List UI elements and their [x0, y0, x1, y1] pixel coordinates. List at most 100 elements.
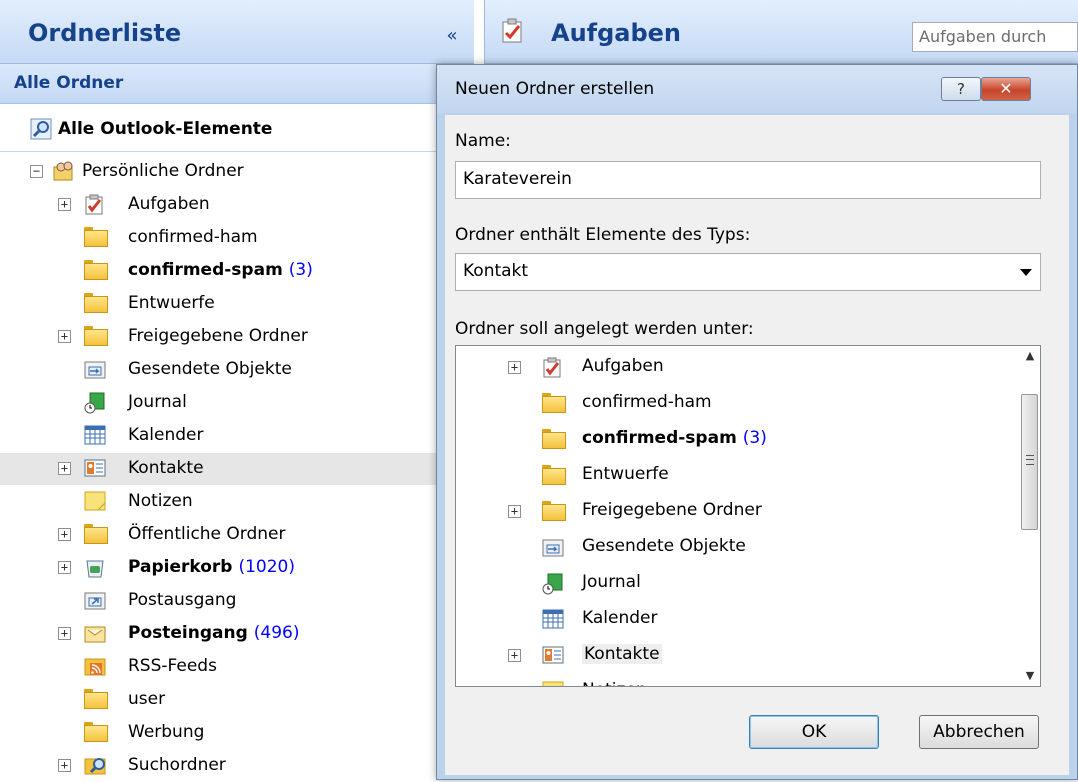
- tasks-search-input[interactable]: Aufgaben durch: [912, 22, 1078, 52]
- folder-row[interactable]: Kalender: [0, 420, 474, 452]
- folder-row[interactable]: + Öffentliche Ordner: [0, 519, 474, 551]
- folder-row[interactable]: Werbung: [0, 717, 474, 749]
- collapse-pane-button[interactable]: «: [440, 26, 464, 46]
- folder-label: confirmed-ham: [128, 227, 258, 247]
- expand-icon[interactable]: +: [58, 561, 71, 574]
- cancel-button[interactable]: Abbrechen: [919, 715, 1039, 749]
- name-label: Name:: [455, 131, 511, 151]
- folder-label: Aufgaben: [582, 356, 664, 376]
- folder-row[interactable]: + Kontakte: [456, 638, 1016, 672]
- personal-folders-icon: [52, 161, 74, 181]
- tree-root[interactable]: − Persönliche Ordner: [0, 156, 474, 188]
- scroll-thumb[interactable]: [1021, 394, 1038, 530]
- folder-type-select[interactable]: Kontakt: [455, 253, 1041, 291]
- folder-row[interactable]: RSS-Feeds: [0, 651, 474, 683]
- unread-count: (1020): [238, 557, 295, 577]
- folder-icon: [542, 501, 566, 521]
- folder-label: Aufgaben: [128, 194, 210, 214]
- expand-icon[interactable]: +: [58, 462, 71, 475]
- calendar-icon: [84, 425, 106, 445]
- folder-icon: [542, 429, 566, 449]
- folder-label: Kalender: [128, 425, 204, 445]
- search-folder-icon: [84, 755, 106, 775]
- all-folders-bar[interactable]: Alle Ordner: [0, 64, 474, 104]
- folder-label: Gesendete Objekte: [582, 536, 746, 556]
- folder-row[interactable]: Journal: [456, 566, 1016, 600]
- folder-row[interactable]: Gesendete Objekte: [0, 354, 474, 386]
- folder-row[interactable]: + Freigegebene Ordner: [456, 494, 1016, 528]
- close-button[interactable]: ✕: [981, 77, 1031, 101]
- tasks-icon: [501, 18, 525, 49]
- folder-label: Postausgang: [128, 590, 237, 610]
- folder-row[interactable]: confirmed-spam (3): [0, 255, 474, 287]
- ok-button[interactable]: OK: [749, 715, 879, 749]
- collapse-icon[interactable]: −: [30, 165, 43, 178]
- all-outlook-items[interactable]: Alle Outlook-Elemente: [0, 106, 474, 152]
- all-outlook-items-label: Alle Outlook-Elemente: [58, 119, 273, 139]
- scroll-down-icon[interactable]: ▼: [1020, 666, 1040, 686]
- location-tree-scrollbar[interactable]: ▲ ▼: [1020, 346, 1040, 686]
- outbox-icon: [84, 590, 106, 610]
- folder-label: confirmed-ham: [582, 392, 712, 412]
- folder-row[interactable]: Gesendete Objekte: [456, 530, 1016, 564]
- location-tree[interactable]: Notizen + Kontakte Kalender Journal Gesendete…: [455, 345, 1041, 687]
- expand-icon[interactable]: +: [58, 759, 71, 772]
- all-folders-label: Alle Ordner: [14, 73, 124, 93]
- dialog-titlebar[interactable]: Neuen Ordner erstellen ? ✕: [437, 65, 1077, 113]
- help-button[interactable]: ?: [941, 77, 981, 101]
- folder-row[interactable]: + Suchordner: [0, 750, 474, 782]
- folder-label: Entwuerfe: [582, 464, 669, 484]
- folder-row[interactable]: user: [0, 684, 474, 716]
- folder-row[interactable]: confirmed-ham: [456, 386, 1016, 420]
- folder-icon: [84, 260, 108, 280]
- folder-row[interactable]: + Posteingang (496): [0, 618, 474, 650]
- folder-label: Werbung: [128, 722, 205, 742]
- folder-row[interactable]: Entwuerfe: [456, 458, 1016, 492]
- folder-row[interactable]: + Aufgaben: [0, 189, 474, 221]
- dialog-body: Name: Karateverein Ordner enthält Elemen…: [445, 115, 1069, 775]
- folder-label: Freigegebene Ordner: [128, 326, 308, 346]
- folder-icon: [542, 465, 566, 485]
- expand-icon[interactable]: +: [508, 649, 521, 662]
- folder-label: Kontakte: [582, 644, 662, 664]
- notes-icon: [542, 681, 564, 686]
- expand-icon[interactable]: +: [58, 528, 71, 541]
- expand-icon[interactable]: +: [508, 505, 521, 518]
- expand-icon[interactable]: +: [58, 198, 71, 211]
- folder-name-input[interactable]: Karateverein: [455, 161, 1041, 199]
- folder-row[interactable]: confirmed-spam (3): [456, 422, 1016, 456]
- folder-icon: [84, 689, 108, 709]
- folder-label: Kontakte: [128, 458, 204, 478]
- folder-label: RSS-Feeds: [128, 656, 217, 676]
- expand-icon[interactable]: +: [58, 627, 71, 640]
- tasks-icon: [542, 357, 564, 378]
- folder-label: confirmed-spam (3): [128, 260, 313, 280]
- folder-list-pane: Ordnerliste « Alle Ordner Alle Outlook-E…: [0, 0, 474, 780]
- scroll-up-icon[interactable]: ▲: [1020, 346, 1040, 366]
- folder-row[interactable]: Postausgang: [0, 585, 474, 617]
- expand-icon[interactable]: +: [508, 361, 521, 374]
- folder-row[interactable]: Notizen: [456, 674, 1016, 686]
- folder-icon: [84, 326, 108, 346]
- folder-row[interactable]: Entwuerfe: [0, 288, 474, 320]
- folder-type-value: Kontakt: [463, 261, 529, 281]
- folder-label: Entwuerfe: [128, 293, 215, 313]
- folder-row[interactable]: Journal: [0, 387, 474, 419]
- unread-count: (3): [288, 260, 313, 280]
- folder-row[interactable]: confirmed-ham: [0, 222, 474, 254]
- folder-label: Suchordner: [128, 755, 226, 775]
- grip-icon: [1026, 455, 1034, 465]
- folder-row[interactable]: + Aufgaben: [456, 350, 1016, 384]
- folder-row[interactable]: + Freigegebene Ordner: [0, 321, 474, 353]
- sent-items-icon: [84, 359, 106, 379]
- folder-row[interactable]: Notizen: [0, 486, 474, 518]
- folder-label: confirmed-spam (3): [582, 428, 767, 448]
- folder-row[interactable]: + Papierkorb (1020): [0, 552, 474, 584]
- folder-icon: [542, 393, 566, 413]
- contacts-icon: [84, 458, 106, 478]
- folder-row[interactable]: + Kontakte: [0, 453, 474, 485]
- folder-row[interactable]: Kalender: [456, 602, 1016, 636]
- expand-icon[interactable]: +: [58, 330, 71, 343]
- tree-root-label: Persönliche Ordner: [82, 161, 244, 181]
- rss-icon: [84, 656, 106, 676]
